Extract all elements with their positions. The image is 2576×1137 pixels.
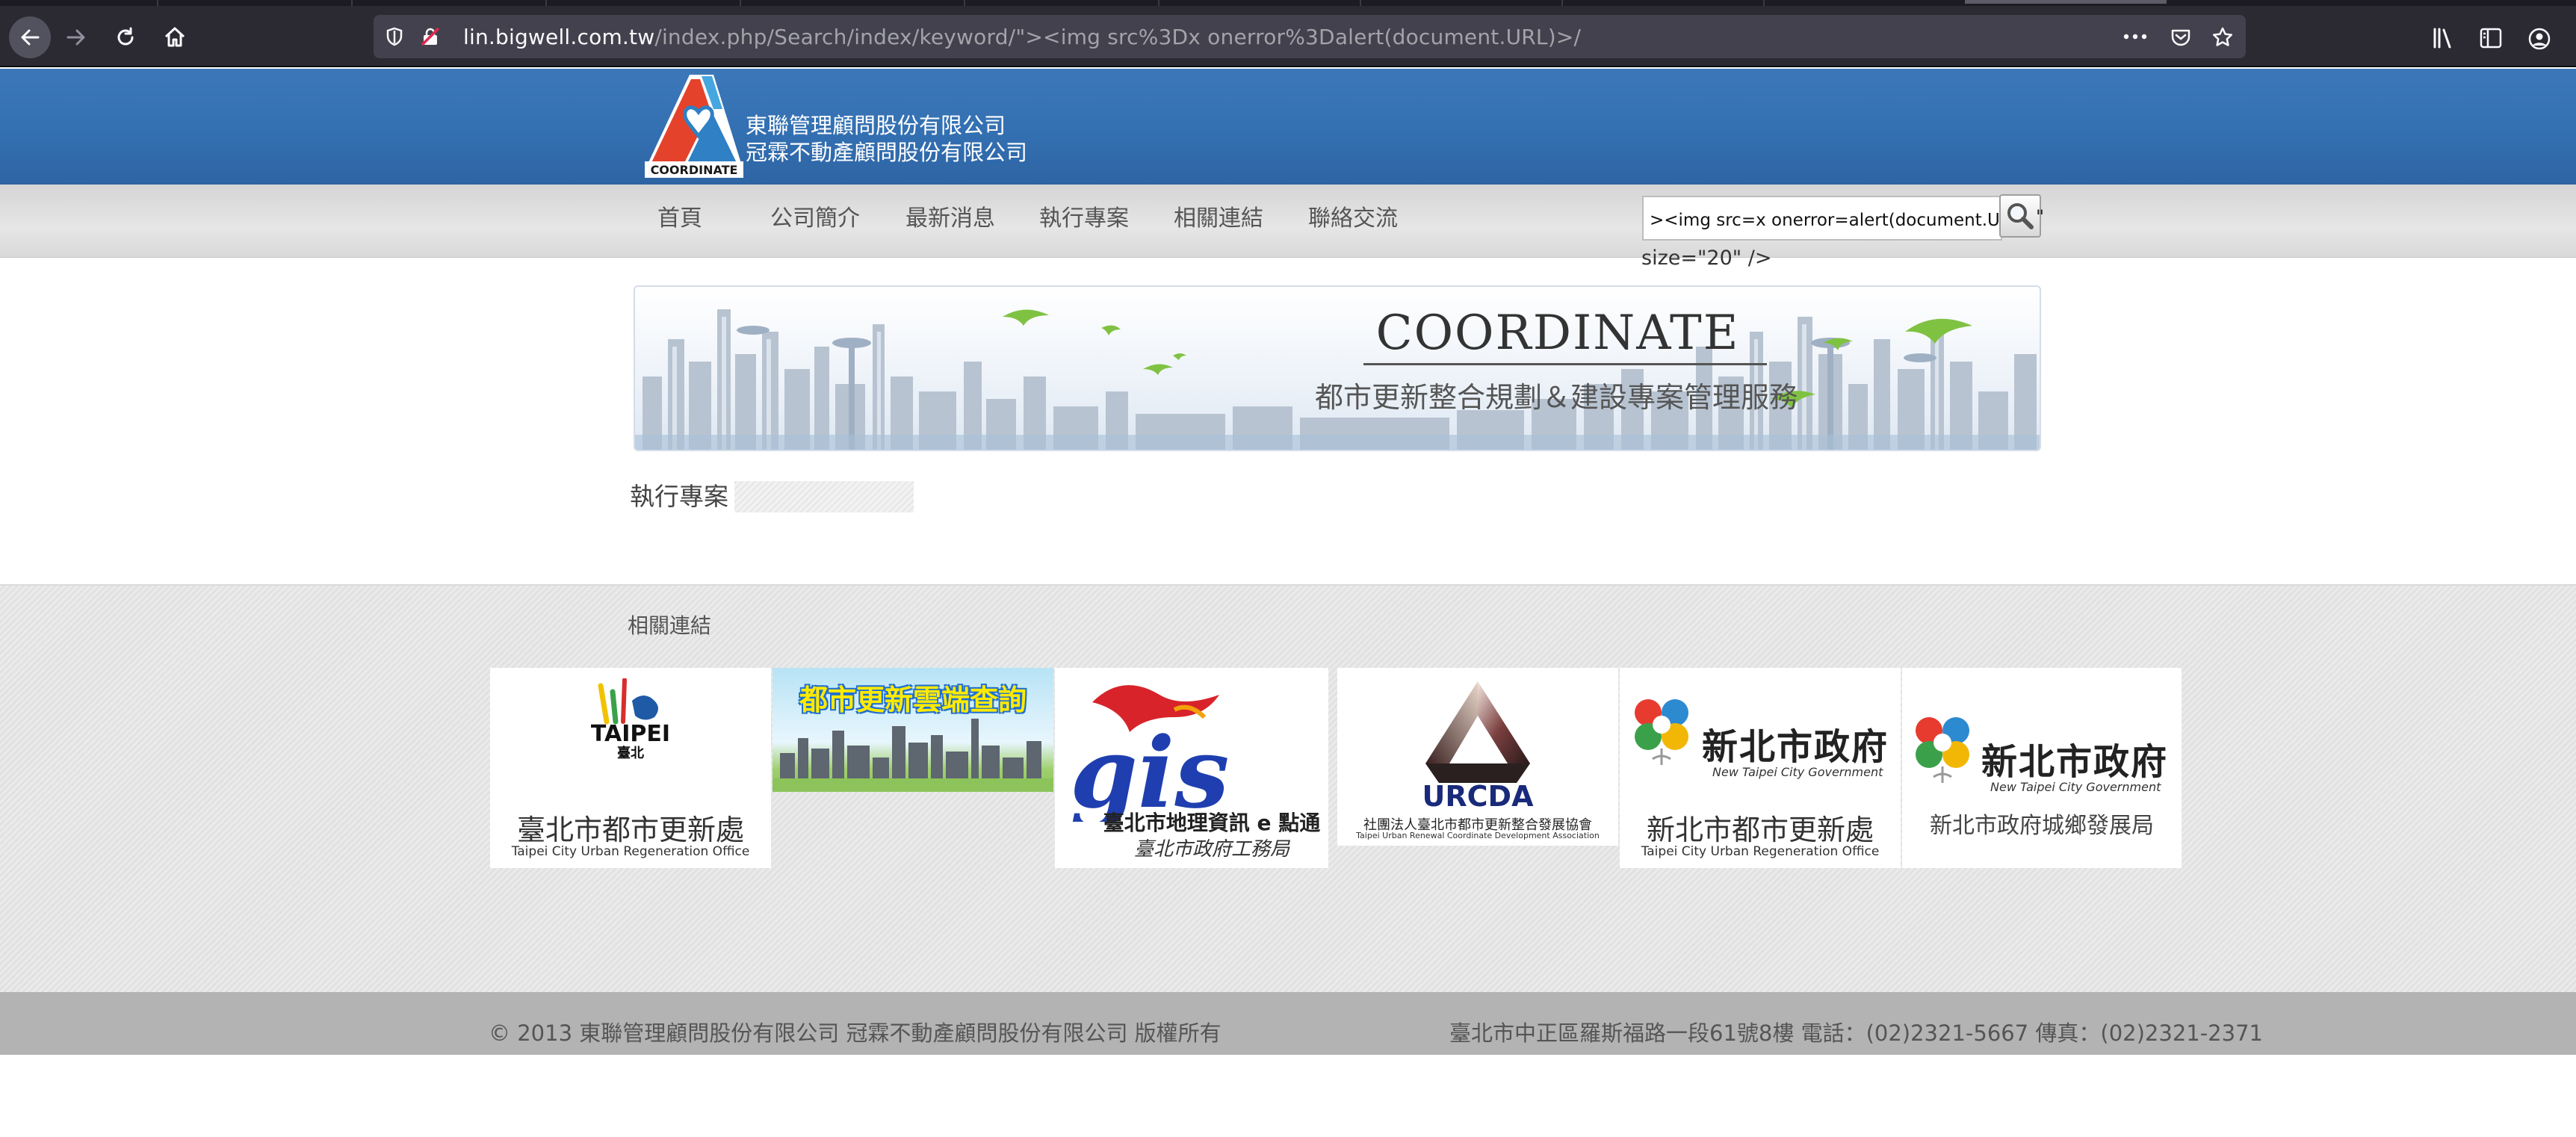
search-button[interactable] <box>1999 194 2041 238</box>
nav-home[interactable]: 首頁 <box>657 205 702 232</box>
url-host: lin.bigwell.com.tw <box>463 25 655 49</box>
new-taipei-brand: 新北市政府 <box>1981 741 2169 783</box>
site-footer: © 2013 東聯管理顧問股份有限公司 冠霖不動產顧問股份有限公司 版權所有 臺… <box>0 992 2576 1055</box>
urcda-logo-icon <box>1425 681 1530 783</box>
new-taipei-flower-logo-icon <box>1635 699 1688 765</box>
link-card-taipei-gis[interactable]: gis 臺北市地理資訊 e 點通 臺北市政府工務局 <box>1055 668 1328 868</box>
tab-separator <box>740 0 741 6</box>
sidebar-icon[interactable] <box>2479 27 2503 49</box>
section-title: 執行專案 <box>630 481 734 512</box>
hero-banner: COORDINATE 都市更新整合規劃＆建設專案管理服務 <box>634 285 2041 451</box>
home-icon <box>164 27 185 47</box>
new-taipei-urban-office-name-en: Taipei City Urban Regeneration Office <box>1641 844 1880 859</box>
back-arrow-icon <box>21 29 40 46</box>
link-card-taipei-urban-regeneration[interactable]: TAIPEI 臺北 臺北市都市更新處 Taipei City Urban Reg… <box>490 668 771 868</box>
tab-separator <box>157 0 158 6</box>
cloud-query-title: 都市更新雲端查詢 <box>799 684 1027 716</box>
new-taipei-brand-en: New Taipei City Government <box>1990 780 2161 794</box>
forward-arrow-icon <box>66 29 85 46</box>
link-card-new-taipei-urban-renewal[interactable]: 新北市政府 New Taipei City Government 新北市都市更新… <box>1620 668 1901 868</box>
banner-divider <box>1363 363 1767 365</box>
gis-dragon-logo-icon: gis <box>1070 685 1229 822</box>
browser-toolbar: lin.bigwell.com.tw/index.php/Search/inde… <box>0 6 2576 67</box>
banner-title: COORDINATE <box>1375 306 1740 361</box>
city-photo-illustration <box>773 719 1053 790</box>
site-header <box>0 69 2576 185</box>
tab-separator <box>1763 0 1765 6</box>
urcda-brand: URCDA <box>1422 780 1534 813</box>
more-icon[interactable] <box>2123 30 2147 43</box>
main-nav: 首頁 公司簡介 最新消息 執行專案 相關連結 聯絡交流 <box>0 185 2576 258</box>
nav-contact[interactable]: 聯絡交流 <box>1308 205 1398 232</box>
tab-separator <box>964 0 965 6</box>
url-text[interactable]: lin.bigwell.com.tw/index.php/Search/inde… <box>463 25 1581 49</box>
company-names: 東聯管理顧問股份有限公司 冠霖不動產顧問股份有限公司 <box>746 112 1027 166</box>
company-name-primary: 東聯管理顧問股份有限公司 <box>746 113 1006 138</box>
footer-contact-info: 臺北市中正區羅斯福路一段61號8樓 電話：(02)2321-5667 傳真：(0… <box>1449 1020 2263 1046</box>
company-logo[interactable]: COORDINATE <box>639 66 751 179</box>
new-taipei-dev-office-name: 新北市政府城鄉發展局 <box>1930 813 2154 839</box>
injected-quote-fragment: " <box>2036 206 2045 227</box>
new-taipei-flower-logo-icon <box>1916 717 1969 783</box>
taipei-logo-icon: TAIPEI 臺北 <box>591 678 670 760</box>
tab-separator <box>1561 0 1563 6</box>
urcda-name-en: Taipei Urban Renewal Coordinate Developm… <box>1356 831 1600 840</box>
taipei-brand-sub: 臺北 <box>617 745 644 760</box>
taipei-office-name: 臺北市都市更新處 <box>516 814 744 846</box>
active-tab-indicator[interactable] <box>1965 0 2167 4</box>
banner-subtitle: 都市更新整合規劃＆建設專案管理服務 <box>1315 381 1798 414</box>
search-input[interactable]: ><img src=x onerror=alert(document.URL)> <box>1642 196 2043 241</box>
reload-icon <box>117 27 134 46</box>
tab-separator <box>351 0 353 6</box>
section-heading: 執行專案 <box>630 481 914 512</box>
company-name-secondary: 冠霖不動產顧問股份有限公司 <box>746 140 1028 165</box>
tab-separator <box>1360 0 1361 6</box>
back-button[interactable] <box>9 16 51 58</box>
bookmark-star-icon[interactable] <box>2211 26 2234 49</box>
new-taipei-brand: 新北市政府 <box>1702 726 1889 768</box>
new-taipei-brand-en: New Taipei City Government <box>1712 765 1883 779</box>
gis-department: 臺北市政府工務局 <box>1133 838 1289 861</box>
home-button[interactable] <box>154 16 196 58</box>
new-taipei-urban-office-name: 新北市都市更新處 <box>1646 814 1874 846</box>
related-links-section: 相關連結 TAIPEI 臺北 臺北市都市更新處 Taipei City Urba… <box>0 584 2576 992</box>
tab-strip[interactable] <box>0 0 2576 6</box>
tab-separator <box>1158 0 1159 6</box>
logo-text: COORDINATE <box>651 163 738 177</box>
forward-button[interactable] <box>55 16 97 58</box>
library-icon[interactable] <box>2432 27 2456 49</box>
shield-icon[interactable] <box>384 26 405 47</box>
link-card-urcda[interactable]: URCDA 社團法人臺北市都市更新整合發展協會 Taipei Urban Ren… <box>1337 668 1618 846</box>
link-card-new-taipei-urban-rural-development[interactable]: 新北市政府 New Taipei City Government 新北市政府城鄉… <box>1902 668 2182 868</box>
nav-projects[interactable]: 執行專案 <box>1039 205 1129 232</box>
insecure-lock-icon[interactable] <box>420 26 441 47</box>
link-card-urban-renewal-cloud[interactable]: 都市更新雲端查詢 <box>773 668 1053 792</box>
nav-links[interactable]: 相關連結 <box>1174 205 1263 232</box>
skyline-illustration <box>635 309 2040 450</box>
reload-button[interactable] <box>105 16 146 58</box>
nav-news[interactable]: 最新消息 <box>905 205 995 232</box>
tab-separator <box>545 0 547 6</box>
injected-attribute-text: size="20" /> <box>1641 247 1772 270</box>
taipei-brand: TAIPEI <box>591 721 670 747</box>
footer-copyright: © 2013 東聯管理顧問股份有限公司 冠霖不動產顧問股份有限公司 版權所有 <box>489 1020 1222 1046</box>
account-icon[interactable] <box>2527 27 2551 51</box>
magnifier-icon <box>2007 203 2034 229</box>
browser-window: lin.bigwell.com.tw/index.php/Search/inde… <box>0 0 2576 1137</box>
url-path: /index.php/Search/index/keyword/"><img s… <box>654 25 1582 49</box>
gis-name: 臺北市地理資訊 e 點通 <box>1103 811 1321 835</box>
pocket-icon[interactable] <box>2170 26 2192 49</box>
address-bar[interactable]: lin.bigwell.com.tw/index.php/Search/inde… <box>374 15 2246 58</box>
related-links-title: 相關連結 <box>628 613 712 638</box>
taipei-office-name-en: Taipei City Urban Regeneration Office <box>511 844 750 859</box>
search-input-value: ><img src=x onerror=alert(document.URL)> <box>1650 211 2043 230</box>
nav-about[interactable]: 公司簡介 <box>770 205 860 232</box>
gis-brand: gis <box>1070 716 1229 822</box>
